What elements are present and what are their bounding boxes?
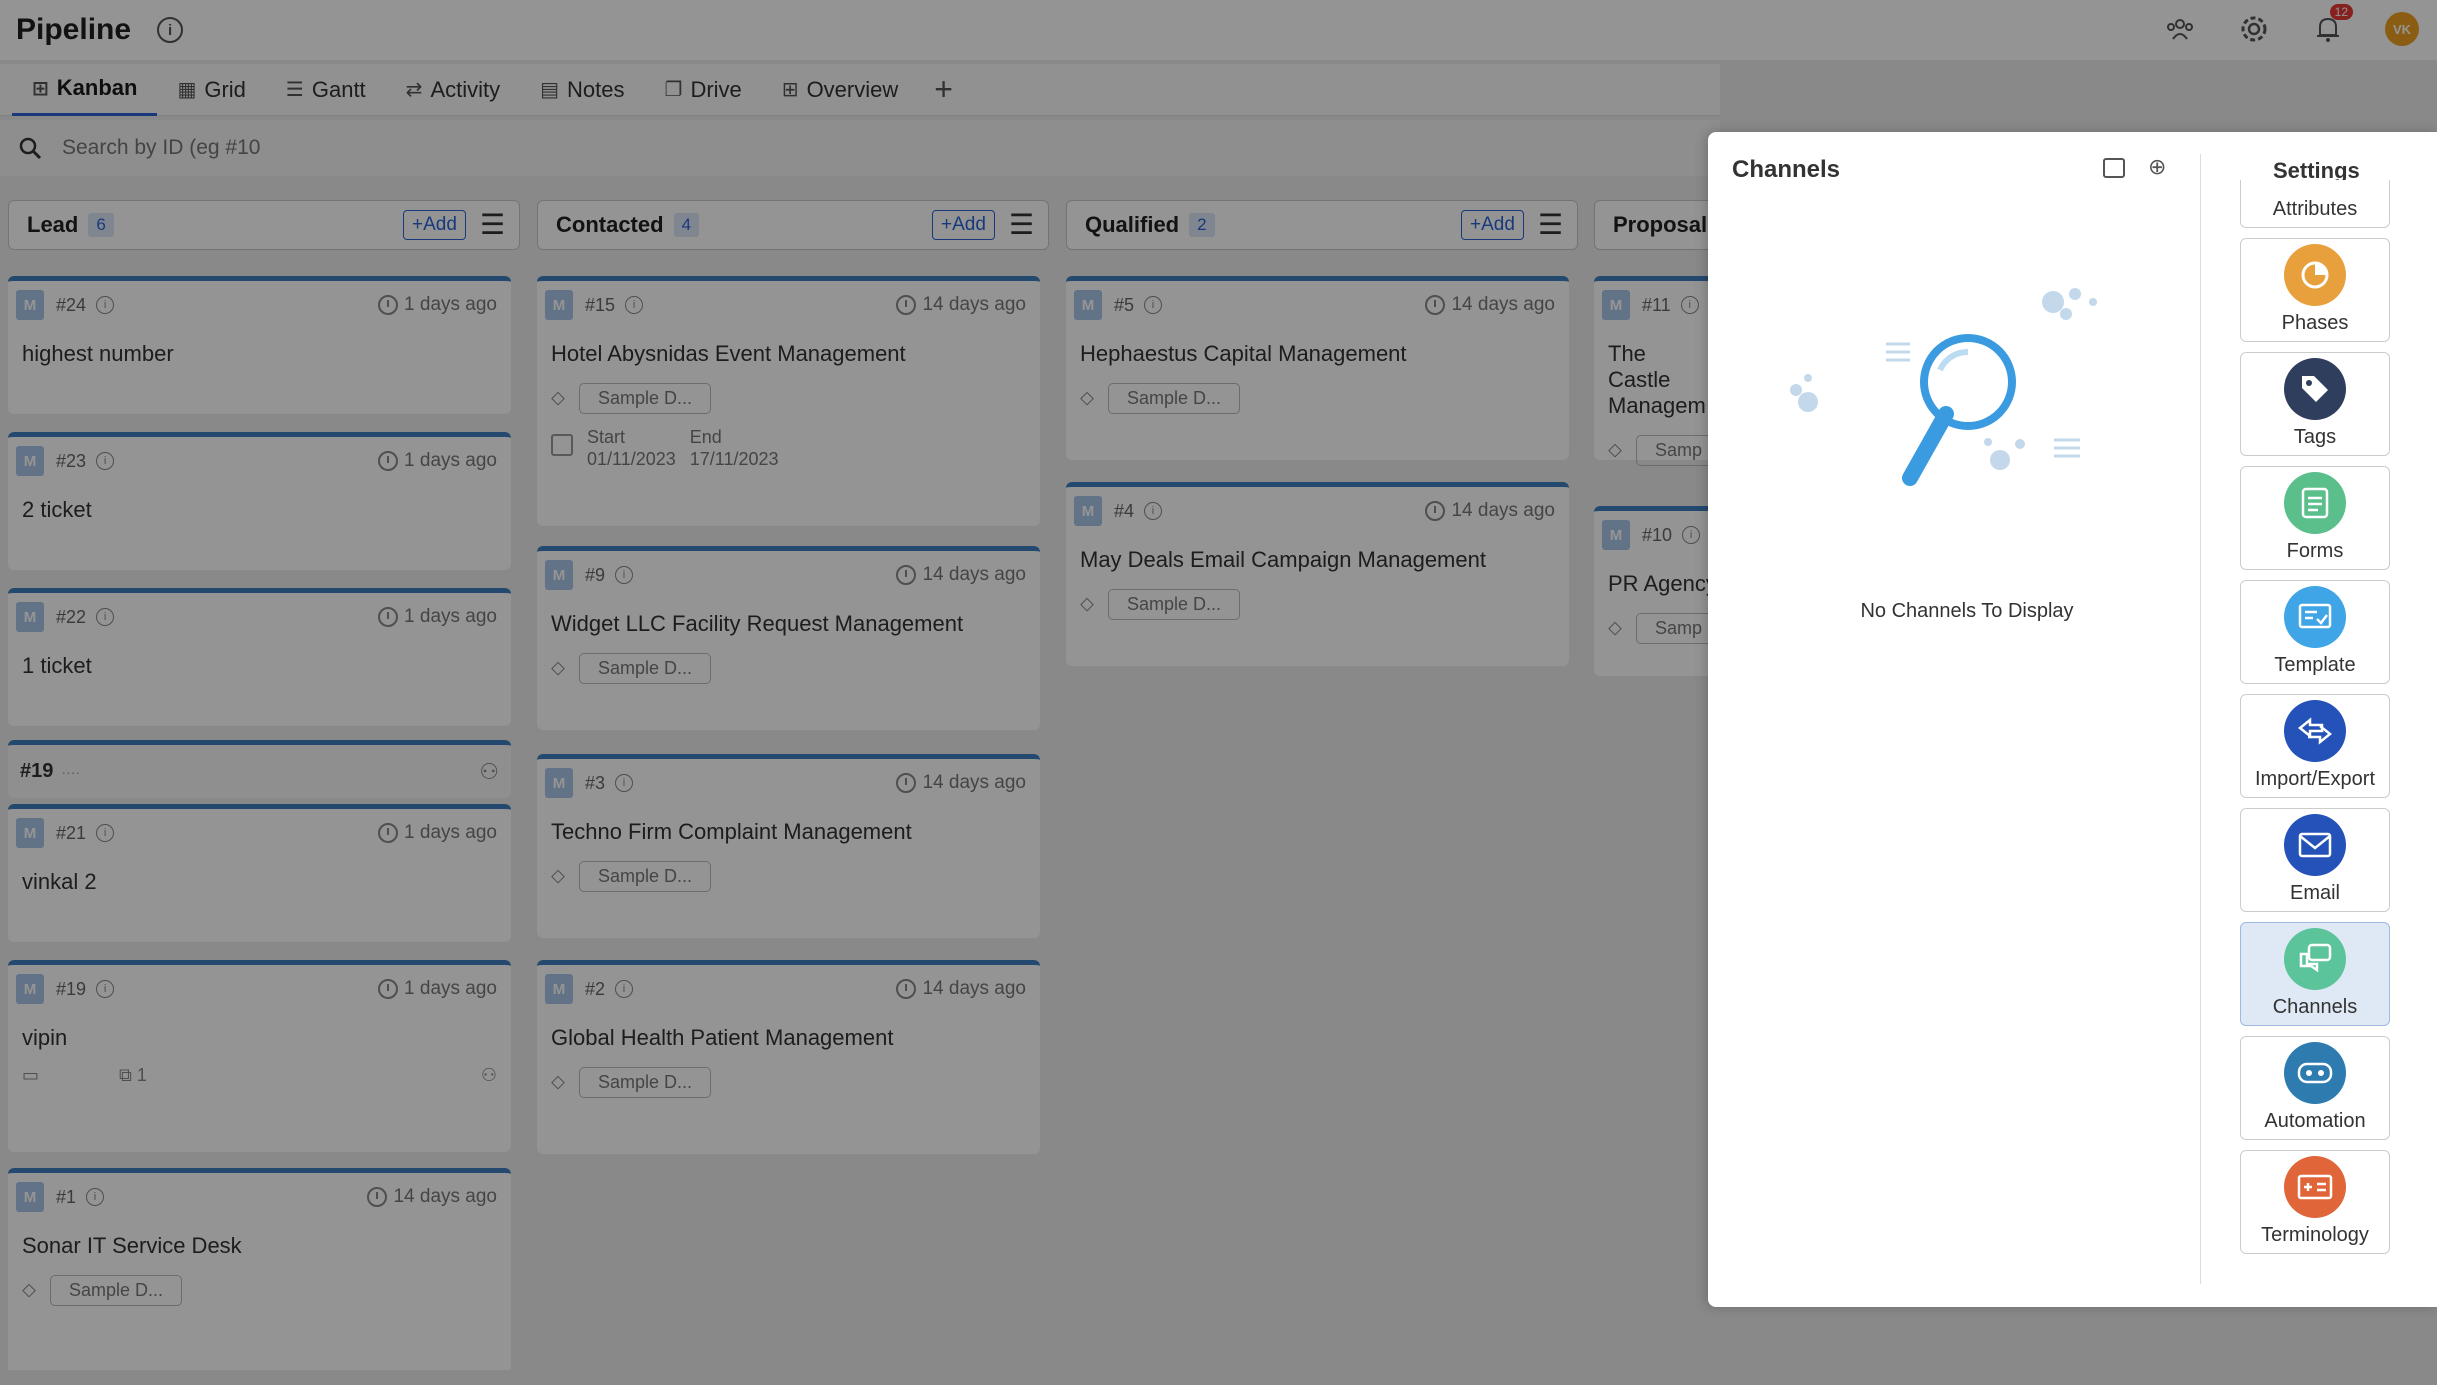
settings-item-email[interactable]: Email [2240, 808, 2390, 912]
settings-list: Attributes Phases Tags Forms Template Im… [2240, 180, 2392, 1260]
settings-item-label: Forms [2286, 540, 2344, 562]
empty-state-illustration [1790, 288, 2097, 486]
empty-state-text: No Channels To Display [1860, 600, 2074, 622]
settings-item-phases[interactable]: Phases [2240, 238, 2390, 342]
channels-icon [2284, 928, 2346, 990]
panel-divider [2200, 154, 2201, 1284]
import-export-icon [2284, 700, 2346, 762]
message-icon[interactable] [2103, 158, 2125, 178]
settings-item-automation[interactable]: Automation [2240, 1036, 2390, 1140]
channels-panel: Channels ⊕ No Channels To Display Settin… [1708, 132, 2437, 1307]
settings-item-label: Terminology [2261, 1224, 2369, 1246]
template-icon [2284, 586, 2346, 648]
settings-item-forms[interactable]: Forms [2240, 466, 2390, 570]
phases-icon [2284, 244, 2346, 306]
tags-icon [2284, 358, 2346, 420]
automation-icon [2284, 1042, 2346, 1104]
settings-item-label: Import/Export [2254, 768, 2376, 790]
terminology-icon [2284, 1156, 2346, 1218]
settings-item-label: Attributes [2272, 198, 2358, 220]
settings-item-label: Tags [2293, 426, 2337, 448]
settings-item-terminology[interactable]: Terminology [2240, 1150, 2390, 1254]
settings-item-label: Phases [2281, 312, 2349, 334]
add-channel-icon[interactable]: ⊕ [2148, 154, 2166, 180]
settings-item-tags[interactable]: Tags [2240, 352, 2390, 456]
panel-title: Channels [1732, 156, 1841, 183]
settings-item-label: Channels [2272, 996, 2358, 1018]
email-icon [2284, 814, 2346, 876]
forms-icon [2284, 472, 2346, 534]
settings-item-channels[interactable]: Channels [2240, 922, 2390, 1026]
settings-item-label: Automation [2264, 1110, 2366, 1132]
settings-item-label: Template [2274, 654, 2356, 676]
settings-item-label: Email [2289, 882, 2340, 904]
settings-item-import-export[interactable]: Import/Export [2240, 694, 2390, 798]
settings-item-template[interactable]: Template [2240, 580, 2390, 684]
settings-item-attributes[interactable]: Attributes [2240, 180, 2390, 228]
